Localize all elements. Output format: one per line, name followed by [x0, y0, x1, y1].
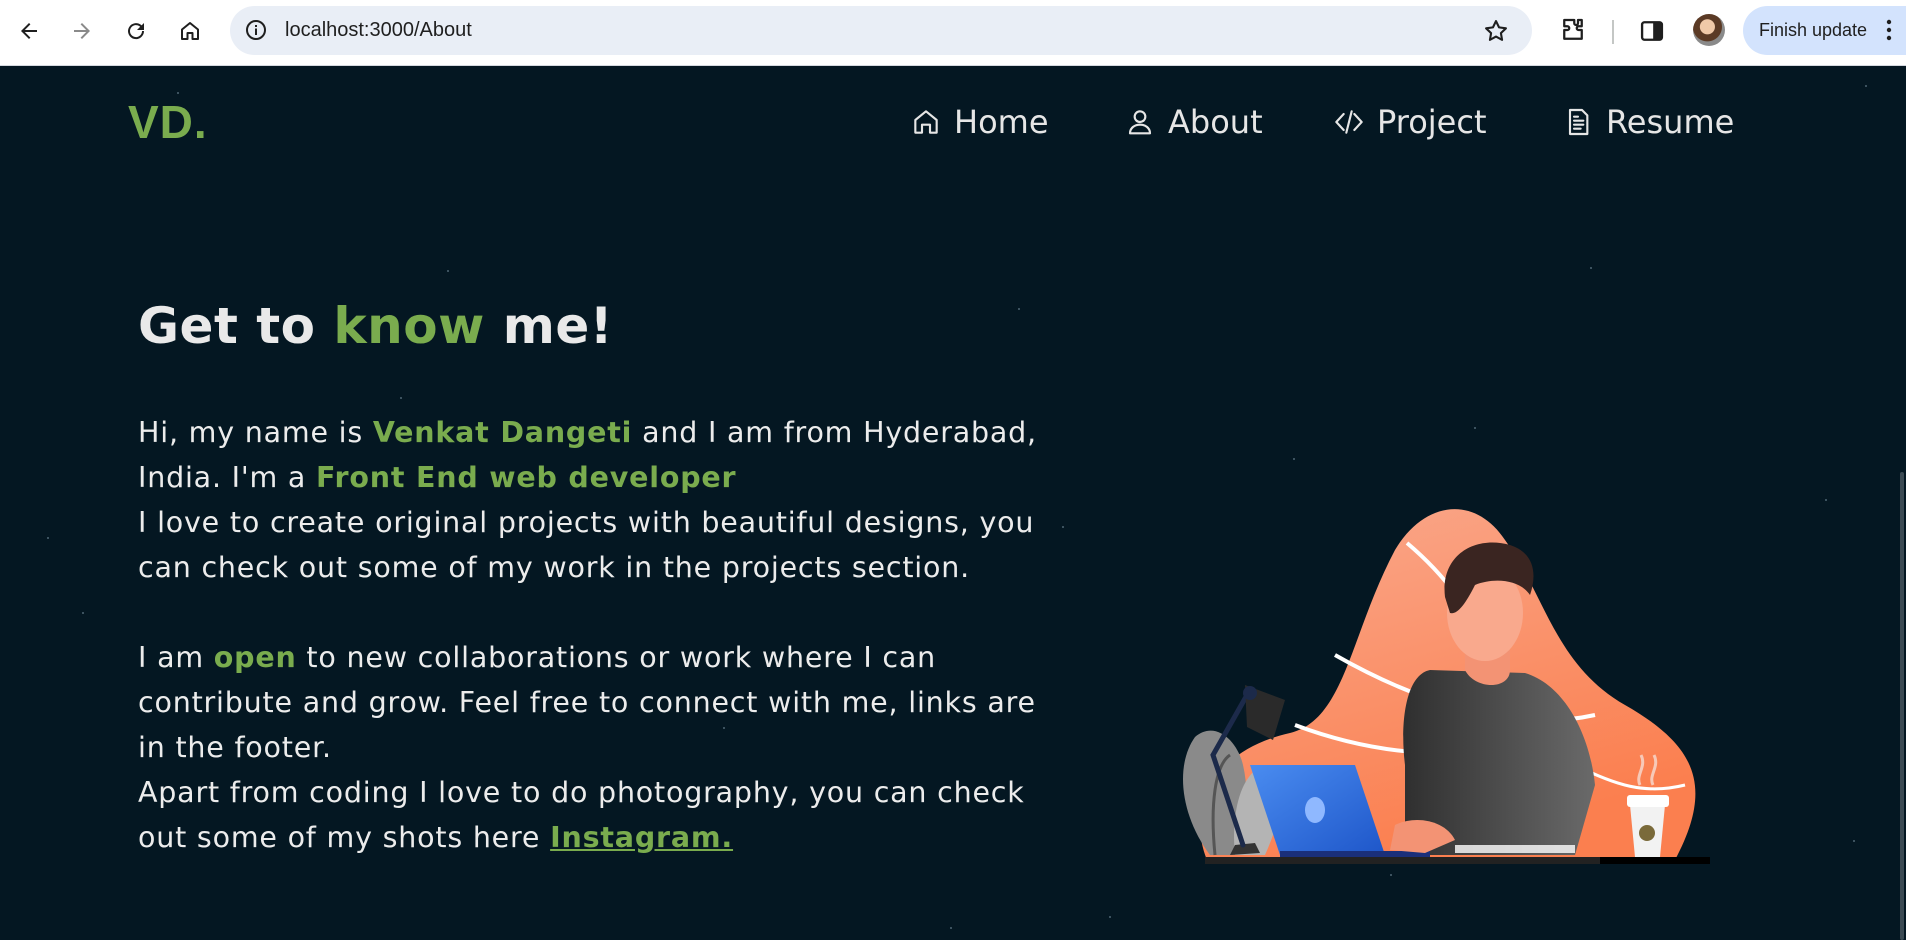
page-viewport: VD. Home About Project Resume Get to kno…	[0, 67, 1906, 940]
headline-part: me!	[484, 297, 614, 355]
back-arrow-icon[interactable]	[11, 13, 47, 49]
bio-projects: I love to create original projects with …	[138, 506, 1035, 584]
nav-home[interactable]: Home	[910, 97, 1049, 147]
star-dot	[177, 92, 179, 94]
more-vert-icon[interactable]	[1886, 19, 1892, 41]
headline-accent: know	[333, 297, 485, 355]
profile-avatar[interactable]	[1693, 14, 1725, 46]
laptop-logo	[1305, 797, 1325, 823]
user-icon	[1128, 110, 1152, 135]
finish-update-button[interactable]: Finish update	[1743, 6, 1906, 55]
document-icon	[1568, 108, 1589, 136]
nav-label-about: About	[1168, 103, 1263, 141]
desk-edge	[1600, 857, 1710, 864]
bio-photography: Apart from coding I love to do photograp…	[138, 770, 1068, 860]
nav-about[interactable]: About	[1124, 97, 1263, 147]
address-bar[interactable]: localhost:3000/About	[230, 6, 1532, 55]
star-dot	[1825, 499, 1827, 501]
instagram-link[interactable]: Instagram.	[550, 821, 733, 854]
browser-toolbar: localhost:3000/About Finish update	[0, 0, 1906, 66]
developer-illustration	[1183, 509, 1710, 864]
nav-label-project: Project	[1377, 103, 1487, 141]
reload-icon[interactable]	[118, 13, 154, 49]
side-panel-icon[interactable]	[1638, 17, 1666, 45]
star-dot	[1018, 308, 1020, 310]
bio-intro: Hi, my name is Venkat Dangeti and I am f…	[138, 410, 1068, 500]
coffee-logo	[1639, 825, 1655, 841]
star-dot	[82, 612, 84, 614]
star-dot	[447, 270, 449, 272]
url-text[interactable]: localhost:3000/About	[285, 19, 472, 42]
star-dot	[1293, 458, 1295, 460]
laptop-base	[1280, 851, 1430, 857]
site-info-icon[interactable]	[244, 18, 268, 42]
bio-collaboration: I am open to new collaborations or work …	[138, 635, 1068, 770]
headline-part: Get to	[138, 297, 334, 355]
bio-name: Venkat Dangeti	[372, 416, 633, 449]
star-dot	[1590, 267, 1592, 269]
bio-text: I am	[138, 641, 214, 674]
toolbar-divider	[1612, 20, 1614, 44]
home-icon[interactable]	[172, 13, 208, 49]
star-dot	[1865, 85, 1867, 87]
bookmark-star-icon[interactable]	[1482, 17, 1510, 45]
bio-role: Front End web developer	[316, 461, 737, 494]
lamp-joint	[1243, 686, 1257, 700]
star-dot	[400, 397, 402, 399]
forward-arrow-icon[interactable]	[64, 13, 100, 49]
home-icon	[914, 110, 938, 134]
star-dot	[1474, 427, 1476, 429]
scrollbar-thumb[interactable]	[1900, 472, 1904, 940]
code-icon	[1335, 110, 1363, 134]
nav-project[interactable]: Project	[1333, 97, 1486, 147]
about-bio: Hi, my name is Venkat Dangeti and I am f…	[138, 410, 1068, 860]
star-dot	[1109, 916, 1111, 918]
nav-resume[interactable]: Resume	[1562, 97, 1734, 147]
star-dot	[47, 537, 49, 539]
site-logo[interactable]: VD.	[128, 95, 208, 149]
coffee-lid	[1627, 795, 1669, 807]
nav-label-resume: Resume	[1606, 103, 1735, 141]
bio-open: open	[213, 641, 297, 674]
nav-label-home: Home	[954, 103, 1049, 141]
desk-paper	[1455, 845, 1575, 853]
star-dot	[1853, 840, 1855, 842]
bio-text: Hi, my name is	[138, 416, 373, 449]
finish-update-label: Finish update	[1759, 20, 1868, 40]
page-title: Get to know me!	[138, 297, 613, 355]
page-scrollbar[interactable]	[1898, 67, 1906, 940]
extensions-icon[interactable]	[1558, 15, 1588, 45]
star-dot	[950, 927, 952, 929]
